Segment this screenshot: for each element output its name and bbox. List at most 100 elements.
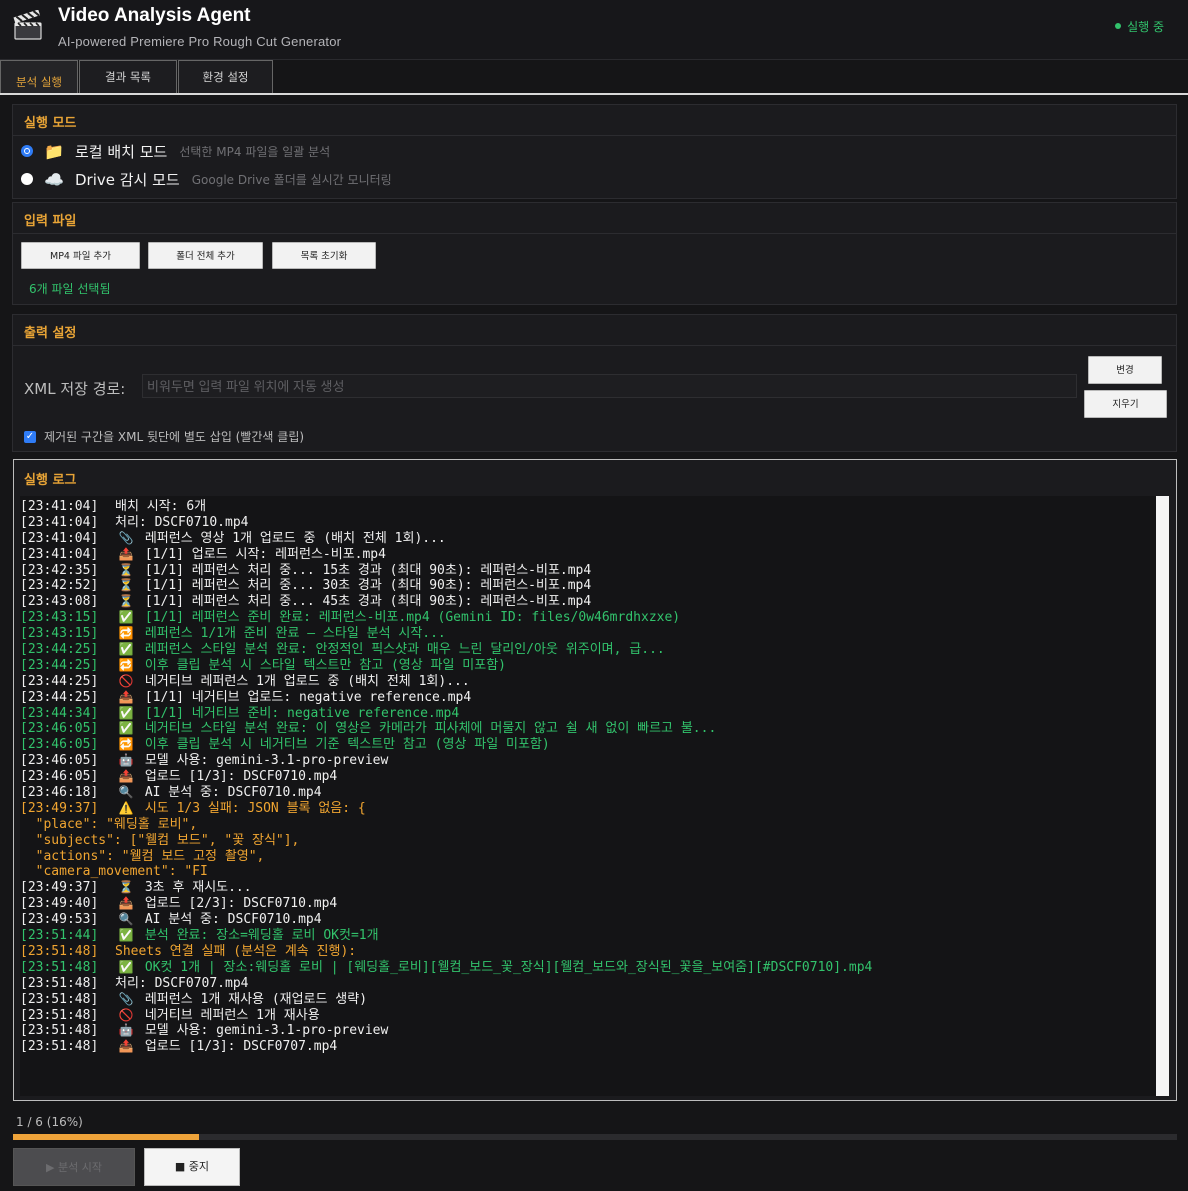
log-timestamp: [23:44:34] [20, 705, 99, 721]
log-message: 레퍼런스 1/1개 준비 완료 — 스타일 분석 시작... [144, 626, 446, 642]
log-line: [23:49:37] ⏳ 3초 후 재시도... [20, 880, 1157, 896]
add-mp4-button[interactable]: MP4 파일 추가 [21, 242, 140, 269]
start-analysis-button[interactable]: ▶ 분석 시작 [13, 1148, 135, 1186]
log-line: [23:46:05] 📤 업로드 [1/3]: DSCF0710.mp4 [20, 769, 1157, 785]
tab-settings[interactable]: 환경 설정 [178, 60, 273, 93]
app-title: Video Analysis Agent [58, 5, 251, 26]
log-line: "subjects": ["웰컴 보드", "꽃 장식"], [20, 833, 1157, 849]
log-message: 레퍼런스 1개 재사용 (재업로드 생략) [144, 991, 368, 1007]
mode-drive-desc: Google Drive 폴더를 실시간 모니터링 [191, 172, 392, 187]
mode-option-local[interactable]: 📁 로컬 배치 모드 선택한 MP4 파일을 일괄 분석 [21, 141, 330, 161]
log-message: [1/1] 레퍼런스 처리 중... 45초 경과 (최대 90초): 레퍼런스… [144, 594, 592, 610]
log-line: "camera_movement": "FI [20, 864, 1157, 880]
log-status-icon: 📎 [118, 991, 134, 1006]
log-line: [23:51:48] 처리: DSCF0707.mp4 [20, 976, 1157, 992]
radio-local-selected[interactable] [21, 145, 33, 157]
log-message: [1/1] 네거티브 준비: negative reference.mp4 [144, 705, 460, 721]
log-line: [23:51:48] Sheets 연결 실패 (분석은 계속 진행): [20, 944, 1157, 960]
log-message: AI 분석 중: DSCF0710.mp4 [144, 785, 322, 801]
group-divider [13, 345, 1176, 346]
log-line: [23:44:25] 🚫 네거티브 레퍼런스 1개 업로드 중 (배치 전체 1회… [20, 674, 1157, 690]
status-dot-icon [1115, 23, 1122, 29]
log-status-icon: 📎 [118, 530, 134, 545]
log-output[interactable]: [23:41:04] 배치 시작: 6개 [23:41:04] 처리: DSCF071… [20, 496, 1157, 1096]
log-timestamp: [23:51:48] [20, 943, 99, 959]
log-message: AI 분석 중: DSCF0710.mp4 [144, 912, 322, 928]
log-status-icon: 🔍 [118, 785, 134, 800]
output-settings-title: 출력 설정 [24, 326, 77, 341]
log-message: "place": "웨딩홀 로비", [20, 816, 198, 832]
log-line: [23:49:53] 🔍 AI 분석 중: DSCF0710.mp4 [20, 912, 1157, 928]
log-line: [23:49:40] 📤 업로드 [2/3]: DSCF0710.mp4 [20, 896, 1157, 912]
log-line: [23:44:25] 📤 [1/1] 네거티브 업로드: negative ref… [20, 690, 1157, 706]
log-timestamp: [23:51:44] [20, 928, 99, 944]
log-timestamp: [23:51:48] [20, 991, 99, 1007]
log-line: [23:41:04] 📤 [1/1] 업로드 시작: 레퍼런스-비포.mp4 [20, 547, 1157, 563]
tab-results[interactable]: 결과 목록 [79, 60, 177, 93]
file-count-text: 6개 파일 선택됨 [29, 282, 111, 296]
clear-list-button[interactable]: 목록 초기화 [272, 242, 376, 269]
radio-drive[interactable] [21, 173, 33, 185]
app-subtitle: AI-powered Premiere Pro Rough Cut Genera… [58, 34, 342, 49]
xml-path-label: XML 저장 경로: [24, 380, 126, 398]
log-message: 모델 사용: gemini-3.1-pro-preview [144, 753, 389, 769]
log-message: "camera_movement": "FI [20, 864, 208, 880]
log-line: [23:43:15] 🔁 레퍼런스 1/1개 준비 완료 — 스타일 분석 시작.… [20, 626, 1157, 642]
log-timestamp: [23:41:04] [20, 530, 99, 546]
log-message: 시도 1/3 실패: JSON 블록 없음: { [144, 800, 366, 816]
log-timestamp: [23:49:37] [20, 880, 99, 896]
log-status-icon: 📤 [118, 769, 134, 784]
log-line: [23:51:48] ✅ OK컷 1개 | 장소:웨딩홀 로비 | [웨딩홀_로비… [20, 960, 1157, 976]
tab-run-analysis[interactable]: 분석 실행 [0, 60, 78, 93]
log-line: [23:46:18] 🔍 AI 분석 중: DSCF0710.mp4 [20, 785, 1157, 801]
log-timestamp: [23:46:05] [20, 737, 99, 753]
checkbox-checked-icon[interactable]: ✓ [24, 430, 36, 443]
status-badge: 실행 중 [1115, 18, 1164, 35]
stop-button[interactable]: ■ 중지 [144, 1148, 240, 1186]
add-folder-button[interactable]: 폴더 전체 추가 [148, 242, 263, 269]
log-timestamp: [23:44:25] [20, 642, 99, 658]
log-status-icon: 🚫 [118, 673, 134, 688]
log-timestamp: [23:43:15] [20, 610, 99, 626]
log-message: [1/1] 네거티브 업로드: negative reference.mp4 [144, 689, 472, 705]
progress-text: 1 / 6 (16%) [16, 1115, 83, 1129]
tab-bar: 분석 실행 결과 목록 환경 설정 [0, 60, 1188, 95]
log-timestamp: [23:51:48] [20, 1039, 99, 1055]
log-timestamp: [23:44:25] [20, 673, 99, 689]
log-status-icon: 🔁 [118, 626, 134, 641]
log-scrollbar[interactable] [1156, 496, 1169, 1096]
insert-removed-option[interactable]: ✓ 제거된 구간을 XML 뒷단에 별도 삽입 (빨간색 클립) [24, 428, 304, 445]
group-divider [13, 233, 1176, 234]
log-status-icon: 🤖 [118, 753, 134, 768]
log-status-icon: 📤 [118, 689, 134, 704]
clear-path-button[interactable]: 지우기 [1084, 390, 1167, 418]
log-line: [23:44:25] 🔁 이후 클립 분석 시 스타일 텍스트만 참고 (영상 파… [20, 658, 1157, 674]
mode-local-desc: 선택한 MP4 파일을 일괄 분석 [179, 144, 331, 159]
log-message: 3초 후 재시도... [144, 880, 252, 896]
log-timestamp: [23:41:04] [20, 546, 99, 562]
change-path-button[interactable]: 변경 [1088, 356, 1162, 384]
log-message: 이후 클립 분석 시 스타일 텍스트만 참고 (영상 파일 미포함) [144, 657, 507, 673]
insert-removed-label: 제거된 구간을 XML 뒷단에 별도 삽입 (빨간색 클립) [44, 430, 305, 444]
log-status-icon: 🔍 [118, 912, 134, 927]
xml-path-input[interactable] [142, 374, 1077, 398]
log-status-icon: ⚠️ [118, 800, 134, 815]
progress-bar [13, 1134, 1177, 1140]
log-lines: [23:41:04] 배치 시작: 6개 [23:41:04] 처리: DSCF071… [20, 496, 1157, 1055]
log-status-icon: ⏳ [118, 578, 134, 593]
log-line: [23:41:04] 📎 레퍼런스 영상 1개 업로드 중 (배치 전체 1회).… [20, 531, 1157, 547]
mode-option-drive[interactable]: ☁️ Drive 감시 모드 Google Drive 폴더를 실시간 모니터링 [21, 169, 392, 189]
app-header: Video Analysis Agent AI-powered Premiere… [0, 0, 1188, 60]
log-status-icon: ✅ [118, 642, 134, 657]
log-status-icon: ⏳ [118, 594, 134, 609]
log-message: 업로드 [2/3]: DSCF0710.mp4 [144, 896, 338, 912]
log-line: [23:49:37] ⚠️ 시도 1/3 실패: JSON 블록 없음: { [20, 801, 1157, 817]
clapperboard-icon [13, 10, 42, 40]
log-timestamp: [23:41:04] [20, 514, 99, 530]
log-status-icon: ✅ [118, 705, 134, 720]
log-timestamp: [23:46:18] [20, 785, 99, 801]
log-message: OK컷 1개 | 장소:웨딩홀 로비 | [웨딩홀_로비][웰컴_보드_꽃_장식… [144, 959, 873, 975]
log-status-icon: 🔁 [118, 737, 134, 752]
log-line: "actions": "웰컴 보드 고정 촬영", [20, 849, 1157, 865]
log-status-icon: ✅ [118, 928, 134, 943]
